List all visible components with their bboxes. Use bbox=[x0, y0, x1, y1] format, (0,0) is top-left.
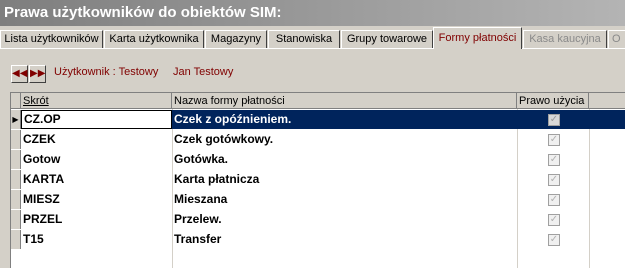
cell-nazwa[interactable]: Gotówka. bbox=[172, 150, 517, 169]
table-row[interactable]: T15 Transfer ✓ bbox=[21, 230, 625, 249]
cell-prawo-uzycia: ✓ bbox=[517, 210, 589, 229]
table-row[interactable]: KARTA Karta płatnicza ✓ bbox=[21, 170, 625, 189]
cell-prawo-uzycia: ✓ bbox=[517, 110, 589, 129]
cell-nazwa[interactable]: Czek gotówkowy. bbox=[172, 130, 517, 149]
double-chevron-right-icon: ▶▶ bbox=[30, 68, 46, 79]
checkbox-checked-icon[interactable]: ✓ bbox=[548, 173, 560, 186]
window-title: Prawa użytkowników do obiektów SIM: bbox=[0, 0, 625, 26]
row-indicator-cell[interactable] bbox=[11, 230, 21, 249]
cell-nazwa[interactable]: Czek z opóźnieniem. bbox=[172, 110, 517, 129]
tab-lista-uzytkownikow[interactable]: Lista użytkowników bbox=[0, 30, 103, 49]
cell-prawo-uzycia: ✓ bbox=[517, 130, 589, 149]
cell-prawo-uzycia: ✓ bbox=[517, 170, 589, 189]
tab-strip: Lista użytkowników Karta użytkownika Mag… bbox=[0, 27, 625, 49]
header-indicator-cell bbox=[11, 93, 21, 109]
cell-skrot[interactable]: KARTA bbox=[21, 170, 172, 189]
tab-karta-uzytkownika[interactable]: Karta użytkownika bbox=[104, 30, 204, 49]
user-name: Jan Testowy bbox=[173, 66, 234, 78]
row-indicator-cell[interactable] bbox=[11, 150, 21, 169]
next-user-button[interactable]: ▶▶ bbox=[29, 65, 46, 83]
cell-skrot[interactable]: CZ.OP bbox=[21, 110, 172, 129]
row-indicator-cell[interactable] bbox=[11, 210, 21, 229]
table-row[interactable]: Gotow Gotówka. ✓ bbox=[21, 150, 625, 169]
column-header-prawo-uzycia[interactable]: Prawo użycia bbox=[517, 93, 589, 109]
column-header-skrot[interactable]: Skrót bbox=[21, 93, 172, 109]
grid-header: Skrót Nazwa formy płatności Prawo użycia bbox=[11, 93, 625, 109]
row-indicator-cell[interactable] bbox=[11, 190, 21, 209]
payment-methods-grid: Skrót Nazwa formy płatności Prawo użycia… bbox=[10, 92, 625, 268]
tab-divider bbox=[0, 48, 625, 49]
tab-formy-platnosci[interactable]: Formy płatności bbox=[433, 27, 522, 49]
double-chevron-left-icon: ◀◀ bbox=[12, 68, 28, 79]
checkbox-checked-icon[interactable]: ✓ bbox=[548, 213, 560, 226]
cell-prawo-uzycia: ✓ bbox=[517, 190, 589, 209]
cell-skrot[interactable]: Gotow bbox=[21, 150, 172, 169]
cell-prawo-uzycia: ✓ bbox=[517, 150, 589, 169]
cell-nazwa[interactable]: Przelew. bbox=[172, 210, 517, 229]
current-row-indicator[interactable]: ▶ bbox=[11, 110, 21, 129]
table-row[interactable]: MIESZ Mieszana ✓ bbox=[21, 190, 625, 209]
cell-skrot[interactable]: T15 bbox=[21, 230, 172, 249]
row-indicator-cell[interactable] bbox=[11, 170, 21, 189]
user-label: Użytkownik : Testowy bbox=[54, 66, 159, 78]
tab-overflow[interactable]: O bbox=[608, 30, 625, 49]
tab-stanowiska[interactable]: Stanowiska bbox=[268, 30, 340, 49]
checkbox-checked-icon[interactable]: ✓ bbox=[548, 193, 560, 206]
checkbox-checked-icon[interactable]: ✓ bbox=[548, 133, 560, 146]
table-row[interactable]: CZ.OP Czek z opóźnieniem. ✓ bbox=[21, 110, 625, 129]
cell-nazwa[interactable]: Transfer bbox=[172, 230, 517, 249]
cell-skrot[interactable]: CZEK bbox=[21, 130, 172, 149]
tab-grupy-towarowe[interactable]: Grupy towarowe bbox=[341, 30, 433, 49]
tab-magazyny[interactable]: Magazyny bbox=[205, 30, 267, 49]
cell-nazwa[interactable]: Karta płatnicza bbox=[172, 170, 517, 189]
table-row[interactable]: CZEK Czek gotówkowy. ✓ bbox=[21, 130, 625, 149]
cell-prawo-uzycia: ✓ bbox=[517, 230, 589, 249]
cell-skrot[interactable]: MIESZ bbox=[21, 190, 172, 209]
tab-kasa-kaucyjna[interactable]: Kasa kaucyjna bbox=[523, 30, 607, 49]
column-header-nazwa[interactable]: Nazwa formy płatności bbox=[172, 93, 517, 109]
row-indicator-cell[interactable] bbox=[11, 130, 21, 149]
cell-nazwa[interactable]: Mieszana bbox=[172, 190, 517, 209]
prev-user-button[interactable]: ◀◀ bbox=[11, 65, 28, 83]
cell-skrot[interactable]: PRZEL bbox=[21, 210, 172, 229]
checkbox-checked-icon[interactable]: ✓ bbox=[548, 153, 560, 166]
checkbox-checked-icon[interactable]: ✓ bbox=[548, 233, 560, 246]
checkbox-checked-icon[interactable]: ✓ bbox=[548, 113, 560, 126]
table-row[interactable]: PRZEL Przelew. ✓ bbox=[21, 210, 625, 229]
